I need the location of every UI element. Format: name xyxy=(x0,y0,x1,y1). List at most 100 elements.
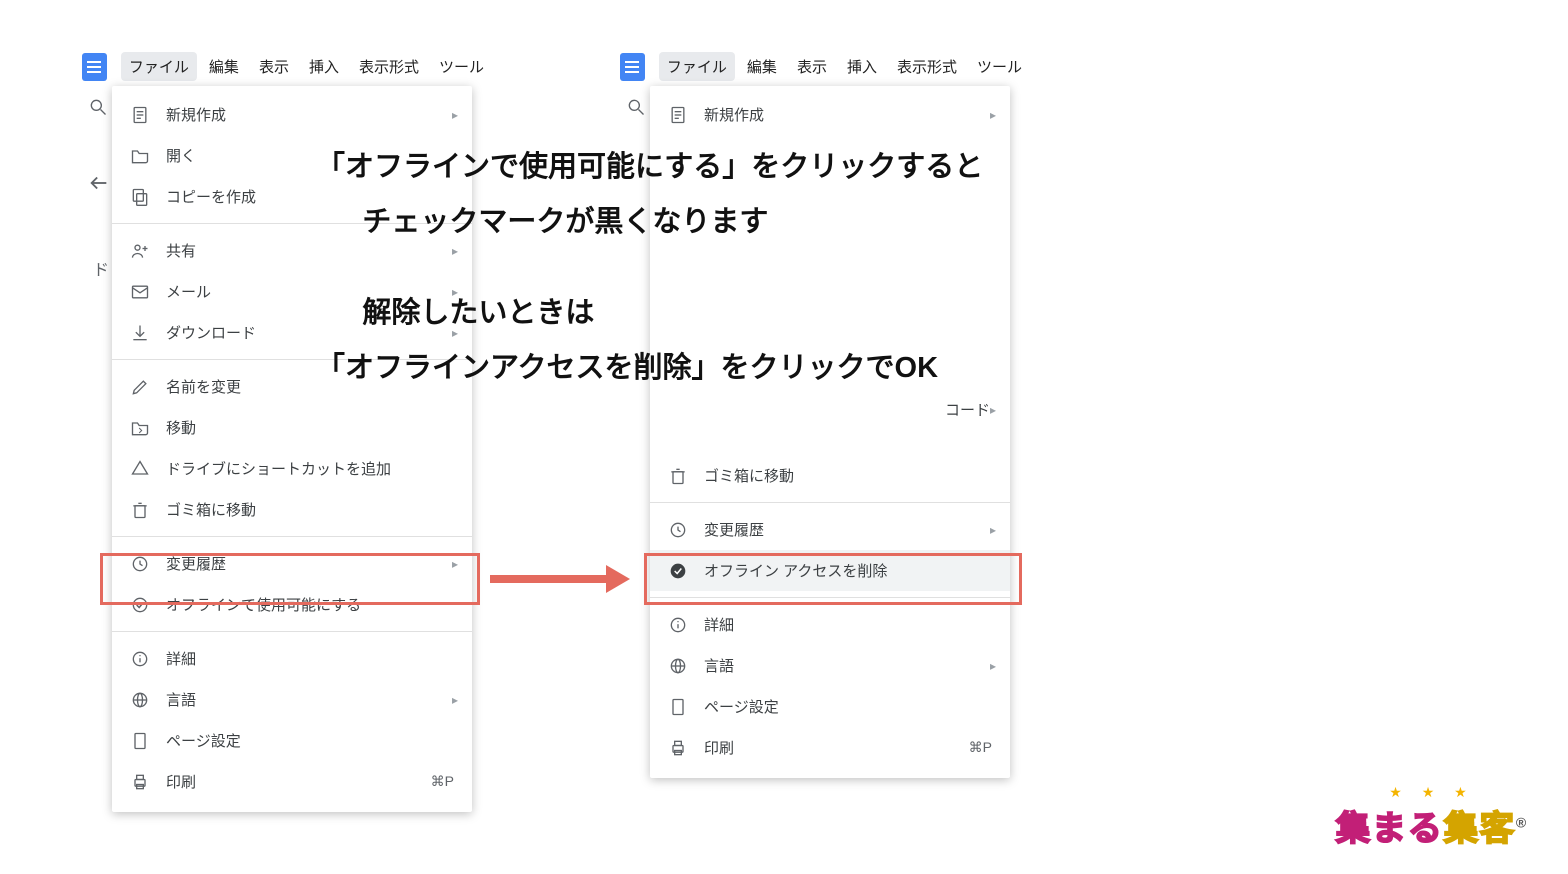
annotation-line-3: 解除したいときは xyxy=(316,286,983,341)
menu-item-pagesetup-label: ページ設定 xyxy=(166,730,241,751)
menu-tools[interactable]: ツール xyxy=(969,52,1030,81)
page-icon xyxy=(668,697,688,717)
document-icon xyxy=(130,105,150,125)
menu-item-mail-label: メール xyxy=(166,281,211,302)
topbar-left: ファイル 編集 表示 挿入 表示形式 ツール xyxy=(82,48,492,91)
menu-item-move-label: 移動 xyxy=(166,417,196,438)
mail-icon xyxy=(130,282,150,302)
share-icon xyxy=(130,241,150,261)
menu-item-offline-remove[interactable]: オフライン アクセスを削除 xyxy=(650,550,1010,591)
menu-item-trash[interactable]: ゴミ箱に移動 xyxy=(650,455,1010,496)
info-icon xyxy=(668,615,688,635)
menu-item-download-label: ダウンロード xyxy=(166,322,256,343)
menu-item-details[interactable]: 詳細 xyxy=(112,638,472,679)
menu-item-pagesetup[interactable]: ページ設定 xyxy=(112,720,472,761)
menu-item-open-label: 開く xyxy=(166,145,196,166)
google-docs-logo-icon xyxy=(82,53,107,81)
topbar-right: ファイル 編集 表示 挿入 表示形式 ツール xyxy=(620,48,1030,91)
menu-view[interactable]: 表示 xyxy=(789,52,835,81)
globe-icon xyxy=(130,690,150,710)
menu-item-new[interactable]: 新規作成 xyxy=(112,94,472,135)
print-shortcut: ⌘P xyxy=(969,739,992,756)
document-icon xyxy=(668,105,688,125)
brand-text-b: 集客 xyxy=(1444,810,1516,848)
menu-separator xyxy=(112,536,472,537)
menu-item-print-label: 印刷 xyxy=(166,771,196,792)
menu-format[interactable]: 表示形式 xyxy=(351,52,427,81)
menu-item-language[interactable]: 言語 xyxy=(650,645,1010,686)
offline-check-icon xyxy=(130,595,150,615)
folder-icon xyxy=(130,146,150,166)
menu-item-pagesetup-label: ページ設定 xyxy=(704,696,779,717)
menu-item-copy-label: コピーを作成 xyxy=(166,186,256,207)
menu-tools[interactable]: ツール xyxy=(431,52,492,81)
search-icon[interactable] xyxy=(626,97,646,122)
menu-view[interactable]: 表示 xyxy=(251,52,297,81)
search-icon[interactable] xyxy=(88,97,108,122)
trash-icon xyxy=(668,466,688,486)
menu-item-details-label: 詳細 xyxy=(704,614,734,635)
menu-item-print-label: 印刷 xyxy=(704,737,734,758)
menu-item-new-label: 新規作成 xyxy=(704,104,764,125)
menu-item-print[interactable]: 印刷 ⌘P xyxy=(650,727,1010,768)
menu-separator xyxy=(112,631,472,632)
menu-insert[interactable]: 挿入 xyxy=(301,52,347,81)
stars-icon: ★ ★ ★ xyxy=(1322,784,1542,801)
menu-edit[interactable]: 編集 xyxy=(201,52,247,81)
brand-logo: ★ ★ ★ 集まる集客® xyxy=(1322,784,1542,850)
docs-window-right: ファイル 編集 表示 挿入 表示形式 ツール 新規作成 コード ▸ ゴミ箱に移動… xyxy=(620,48,1030,132)
menu-item-share-label: 共有 xyxy=(166,240,196,261)
print-icon xyxy=(130,772,150,792)
submenu-caret-icon: ▸ xyxy=(990,403,996,417)
menu-file[interactable]: ファイル xyxy=(659,52,735,81)
annotation-text: 「オフラインで使用可能にする」をクリックすると チェックマークが黒くなります 解… xyxy=(316,140,983,432)
menu-item-rename-label: 名前を変更 xyxy=(166,376,241,397)
history-icon xyxy=(130,554,150,574)
copy-icon xyxy=(130,187,150,207)
annotation-line-2: チェックマークが黒くなります xyxy=(316,195,983,250)
menu-edit[interactable]: 編集 xyxy=(739,52,785,81)
annotation-line-1: 「オフラインで使用可能にする」をクリックすると xyxy=(316,140,983,195)
menu-item-shortcut-label: ドライブにショートカットを追加 xyxy=(166,458,391,479)
menu-insert[interactable]: 挿入 xyxy=(839,52,885,81)
menu-item-history[interactable]: 変更履歴 xyxy=(650,509,1010,550)
menu-item-trash-label: ゴミ箱に移動 xyxy=(166,499,256,520)
drive-shortcut-icon xyxy=(130,459,150,479)
download-icon xyxy=(130,323,150,343)
offline-check-filled-icon xyxy=(668,561,688,581)
print-icon xyxy=(668,738,688,758)
info-icon xyxy=(130,649,150,669)
menu-item-history[interactable]: 変更履歴 xyxy=(112,543,472,584)
menu-separator xyxy=(650,502,1010,503)
menu-item-details[interactable]: 詳細 xyxy=(650,604,1010,645)
menu-item-pagesetup[interactable]: ページ設定 xyxy=(650,686,1010,727)
menu-separator xyxy=(650,597,1010,598)
menu-item-new[interactable]: 新規作成 xyxy=(650,94,1010,135)
menu-item-offline-remove-label: オフライン アクセスを削除 xyxy=(704,560,887,581)
menu-item-offline-enable-label: オフラインで使用可能にする xyxy=(166,594,361,615)
menu-item-offline-enable[interactable]: オフラインで使用可能にする xyxy=(112,584,472,625)
menu-item-trash-label: ゴミ箱に移動 xyxy=(704,465,794,486)
menu-item-language-label: 言語 xyxy=(704,655,734,676)
menu-format[interactable]: 表示形式 xyxy=(889,52,965,81)
brand-text-a: 集まる xyxy=(1336,810,1444,848)
menu-file[interactable]: ファイル xyxy=(121,52,197,81)
menu-item-history-label: 変更履歴 xyxy=(166,553,226,574)
menu-item-language-label: 言語 xyxy=(166,689,196,710)
menu-item-new-label: 新規作成 xyxy=(166,104,226,125)
globe-icon xyxy=(668,656,688,676)
pencil-icon xyxy=(130,377,150,397)
menu-item-details-label: 詳細 xyxy=(166,648,196,669)
move-folder-icon xyxy=(130,418,150,438)
page-icon xyxy=(130,731,150,751)
menu-item-trash[interactable]: ゴミ箱に移動 xyxy=(112,489,472,530)
menu-item-print[interactable]: 印刷 ⌘P xyxy=(112,761,472,802)
arrow-icon xyxy=(490,567,630,591)
menu-item-language[interactable]: 言語 xyxy=(112,679,472,720)
annotation-line-4: 「オフラインアクセスを削除」をクリックでOK xyxy=(316,341,983,396)
menu-item-history-label: 変更履歴 xyxy=(704,519,764,540)
menu-item-shortcut[interactable]: ドライブにショートカットを追加 xyxy=(112,448,472,489)
truncated-text: ド xyxy=(93,256,109,280)
trash-icon xyxy=(130,500,150,520)
history-icon xyxy=(668,520,688,540)
